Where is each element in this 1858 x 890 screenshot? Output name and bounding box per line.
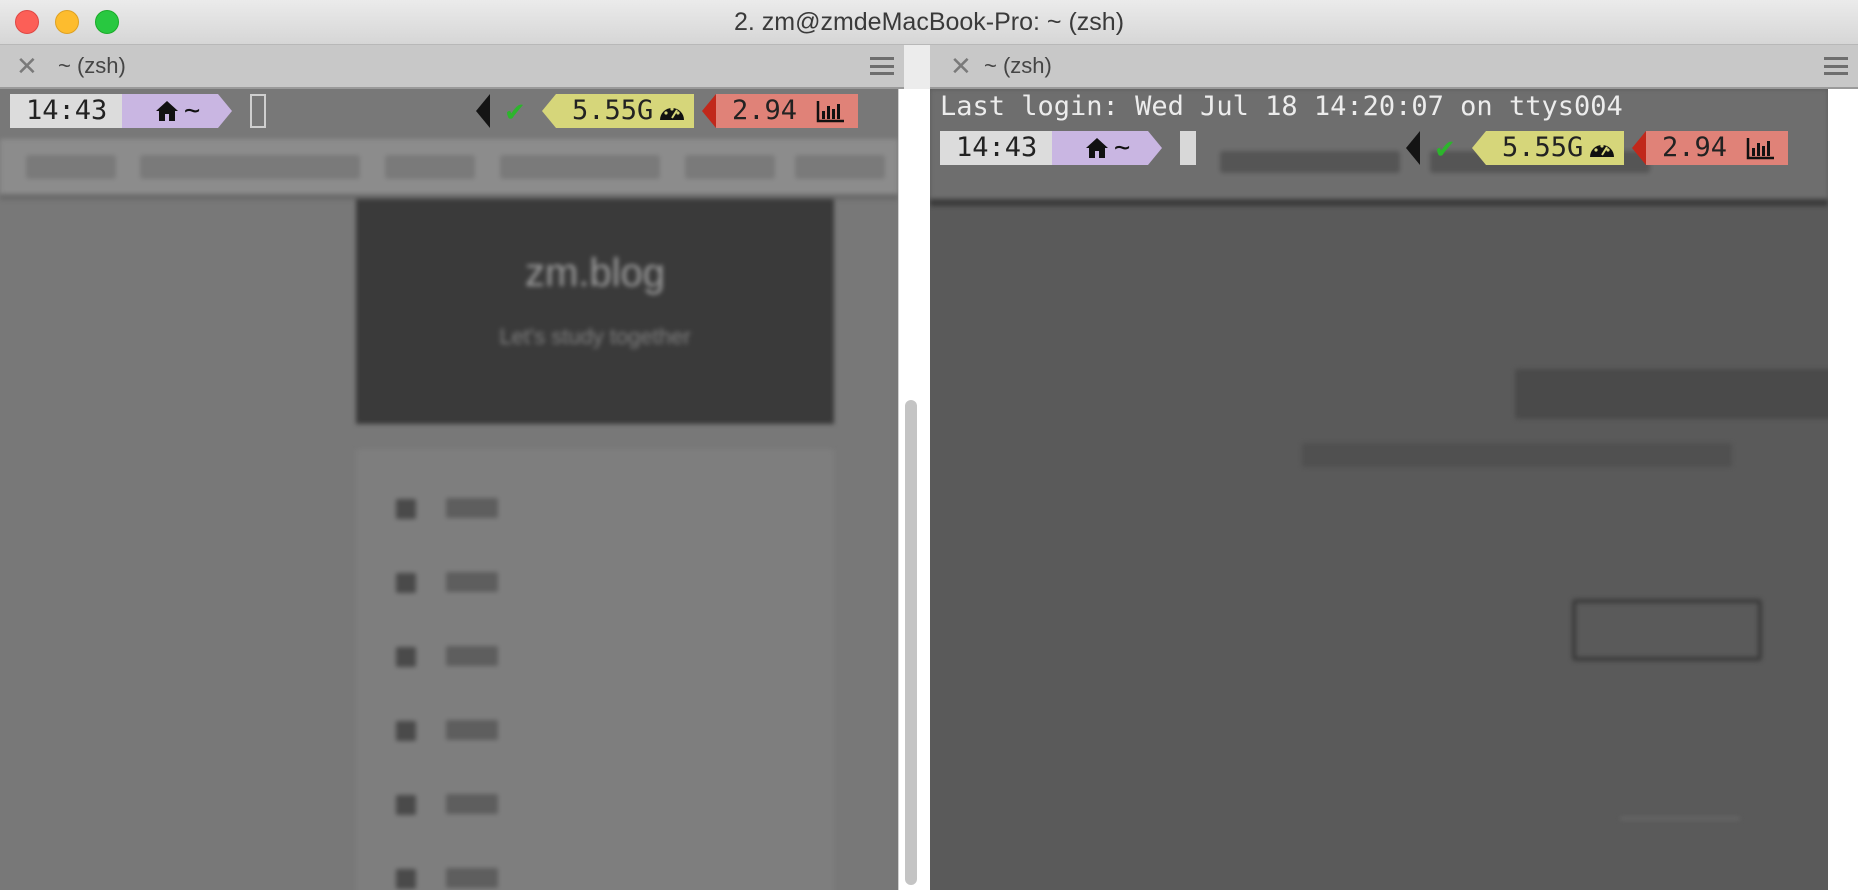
speedometer-icon — [1590, 144, 1614, 157]
prompt-load: 2.94 — [732, 95, 798, 126]
prompt-home-dir: ~ — [1114, 132, 1131, 163]
prompt-home-segment: ~ — [122, 94, 232, 128]
blurred-browser-background: zm.blog Let's study together — [0, 89, 898, 890]
right-window-edge — [1828, 89, 1858, 890]
left-pane-tab-label: ~ (zsh) — [58, 53, 126, 78]
prompt-time: 14:43 — [10, 94, 122, 128]
blurred-browser-background — [930, 89, 1828, 890]
close-icon[interactable]: ✕ — [950, 53, 972, 79]
prompt-home-segment: ~ — [1052, 131, 1162, 165]
prompt-home-dir: ~ — [184, 95, 201, 126]
blog-menu-backdrop — [356, 449, 834, 890]
left-pane-tab[interactable]: ✕ ~ (zsh) — [0, 45, 904, 89]
window-title: 2. zm@zmdeMacBook-Pro: ~ (zsh) — [733, 8, 1125, 36]
right-terminal-pane[interactable]: Last login: Wed Jul 18 14:20:07 on ttys0… — [930, 89, 1828, 890]
home-icon — [156, 101, 178, 121]
right-pane-tab-label: ~ (zsh) — [984, 53, 1052, 78]
check-icon: ✔ — [1434, 134, 1456, 164]
prompt-separator — [1406, 131, 1420, 165]
left-pane-scrollbar[interactable] — [905, 400, 917, 885]
prompt-memory: 5.55G — [572, 95, 654, 126]
home-icon — [1086, 138, 1108, 158]
blog-title: zm.blog — [524, 251, 666, 295]
check-icon: ✔ — [504, 97, 526, 127]
article-title-backdrop — [1515, 369, 1828, 419]
prompt-memory-segment: 5.55G — [1472, 131, 1624, 165]
prompt-load-segment: 2.94 — [1632, 131, 1788, 165]
last-login-line: Last login: Wed Jul 18 14:20:07 on ttys0… — [940, 91, 1623, 122]
prompt-load: 2.94 — [1662, 132, 1728, 163]
speedometer-icon — [660, 107, 684, 120]
close-icon[interactable]: ✕ — [16, 53, 38, 79]
prompt-memory-segment: 5.55G — [542, 94, 694, 128]
terminal-cursor — [250, 94, 266, 128]
left-terminal-pane[interactable]: zm.blog Let's study together 14:43 ~ ✔ 5… — [0, 89, 898, 890]
bar-chart-icon — [816, 101, 844, 123]
iterm-window: 2. zm@zmdeMacBook-Pro: ~ (zsh) ✕ ~ (zsh)… — [0, 0, 1858, 890]
prompt-time: 14:43 — [940, 131, 1052, 165]
prompt-load-segment: 2.94 — [702, 94, 858, 128]
terminal-cursor — [1180, 131, 1196, 165]
hamburger-menu-icon[interactable] — [1824, 57, 1848, 75]
blog-header-backdrop: zm.blog Let's study together — [356, 199, 834, 424]
right-pane-tab[interactable]: ✕ ~ (zsh) — [930, 45, 1858, 89]
title-bar[interactable]: 2. zm@zmdeMacBook-Pro: ~ (zsh) — [0, 0, 1858, 45]
bookmarks-bar-backdrop — [0, 139, 898, 200]
blog-subtitle: Let's study together — [499, 324, 691, 349]
hamburger-menu-icon[interactable] — [870, 57, 894, 75]
read-more-backdrop — [1572, 599, 1762, 661]
article-meta-backdrop — [1302, 443, 1732, 467]
prompt-memory: 5.55G — [1502, 132, 1584, 163]
prompt-separator — [476, 94, 490, 128]
bar-chart-icon — [1746, 138, 1774, 160]
